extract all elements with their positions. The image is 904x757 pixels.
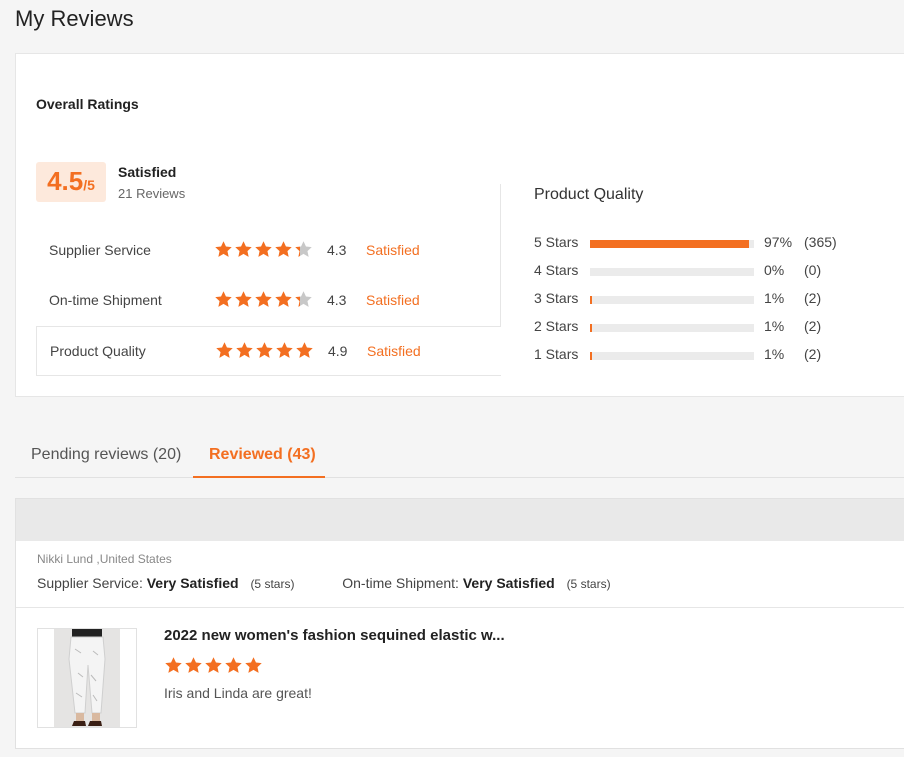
supplier-service-value: Very Satisfied <box>146 575 239 591</box>
rating-status: Satisfied <box>366 242 420 258</box>
distribution-row-4-stars: 4 Stars 0% (0) <box>534 260 894 280</box>
distribution-count: (2) <box>804 318 822 334</box>
review-sub-ratings: Supplier Service: Very Satisfied (5 star… <box>37 575 611 591</box>
page-title: My Reviews <box>15 6 134 31</box>
distribution-bar <box>590 268 754 276</box>
review-tabs: Pending reviews (20) Reviewed (43) <box>15 432 904 478</box>
overall-status: Satisfied <box>118 164 177 180</box>
distribution-label: 1 Stars <box>534 346 579 362</box>
star-icon <box>256 342 273 358</box>
tab-reviewed[interactable]: Reviewed (43) <box>209 446 316 464</box>
distribution-bar <box>590 324 754 332</box>
shipment-value: Very Satisfied <box>462 575 555 591</box>
rating-score: 4.3 <box>327 242 347 258</box>
star-rating <box>214 290 314 309</box>
shipment-label: On-time Shipment: <box>342 575 459 591</box>
distribution-row-3-stars: 3 Stars 1% (2) <box>534 288 894 308</box>
product-thumbnail[interactable] <box>37 628 137 728</box>
overall-reviews-count: 21 Reviews <box>118 186 186 201</box>
distribution-bar <box>590 240 754 248</box>
star-icon <box>296 342 313 358</box>
review-text: Iris and Linda are great! <box>164 685 312 701</box>
star-rating <box>214 240 314 259</box>
distribution-percent: 97% <box>764 234 793 250</box>
distribution-count: (2) <box>804 346 822 362</box>
product-quality-title: Product Quality <box>534 186 644 203</box>
star-icon <box>215 241 232 257</box>
divider <box>16 607 904 608</box>
distribution-bar-fill <box>590 324 592 332</box>
star-icon <box>165 657 182 673</box>
distribution-label: 3 Stars <box>534 290 579 306</box>
distribution-row-5-stars: 5 Stars 97% (365) <box>534 232 894 252</box>
shipment-stars: (5 stars) <box>566 577 611 591</box>
overall-score: 4.5 <box>47 166 84 196</box>
reviewer-name: Nikki Lund ,United States <box>37 552 172 566</box>
star-icon <box>185 657 202 673</box>
review-card-header <box>16 499 904 541</box>
star-icon <box>236 342 253 358</box>
distribution-percent: 1% <box>764 290 785 306</box>
distribution-bar-fill <box>590 296 592 304</box>
star-icon <box>295 291 312 307</box>
star-icon <box>216 342 233 358</box>
rating-row-supplier-service: Supplier Service 4.3 Satisfied <box>36 226 501 276</box>
product-title-link[interactable]: 2022 new women's fashion sequined elasti… <box>164 627 505 644</box>
star-icon <box>275 291 292 307</box>
distribution-label: 4 Stars <box>534 262 579 278</box>
star-icon <box>215 291 232 307</box>
tab-pending-reviews[interactable]: Pending reviews (20) <box>31 446 181 464</box>
rating-status: Satisfied <box>367 343 421 359</box>
star-icon <box>276 342 293 358</box>
rating-score: 4.3 <box>327 292 347 308</box>
distribution-count: (0) <box>804 262 822 278</box>
rating-row-product-quality[interactable]: Product Quality 4.9 Satisfied <box>36 326 501 376</box>
overall-score-denominator: /5 <box>83 177 95 193</box>
supplier-service-stars: (5 stars) <box>250 577 295 591</box>
star-icon <box>275 241 292 257</box>
star-icon <box>205 657 222 673</box>
rating-row-on-time-shipment: On-time Shipment 4.3 Satisfied <box>36 276 501 326</box>
distribution-row-1-stars: 1 Stars 1% (2) <box>534 344 894 364</box>
overall-ratings-heading: Overall Ratings <box>36 96 139 112</box>
star-rating <box>215 341 315 360</box>
distribution-label: 2 Stars <box>534 318 579 334</box>
rating-score: 4.9 <box>328 343 348 359</box>
star-icon <box>295 241 312 257</box>
distribution-percent: 0% <box>764 262 785 278</box>
star-icon <box>235 241 252 257</box>
review-card: Nikki Lund ,United States Supplier Servi… <box>15 498 904 749</box>
supplier-service-label: Supplier Service: <box>37 575 143 591</box>
distribution-bar <box>590 296 754 304</box>
rating-status: Satisfied <box>366 292 420 308</box>
distribution-percent: 1% <box>764 346 785 362</box>
distribution-bar-fill <box>590 240 750 248</box>
rating-label: Supplier Service <box>49 242 151 258</box>
distribution-bar-fill <box>590 352 592 360</box>
rating-label: Product Quality <box>50 343 146 359</box>
star-icon <box>255 241 272 257</box>
star-icon <box>225 657 242 673</box>
star-icon <box>235 291 252 307</box>
distribution-label: 5 Stars <box>534 234 579 250</box>
distribution-count: (2) <box>804 290 822 306</box>
rating-label: On-time Shipment <box>49 292 162 308</box>
review-star-rating <box>164 656 264 675</box>
star-icon <box>245 657 262 673</box>
star-icon <box>255 291 272 307</box>
distribution-percent: 1% <box>764 318 785 334</box>
distribution-row-2-stars: 2 Stars 1% (2) <box>534 316 894 336</box>
ratings-card: Overall Ratings 4.5 /5 Satisfied 21 Revi… <box>15 53 904 397</box>
overall-score-badge: 4.5 /5 <box>36 162 106 202</box>
distribution-count: (365) <box>804 234 837 250</box>
product-image <box>54 629 120 727</box>
active-tab-indicator <box>193 476 325 478</box>
distribution-bar <box>590 352 754 360</box>
